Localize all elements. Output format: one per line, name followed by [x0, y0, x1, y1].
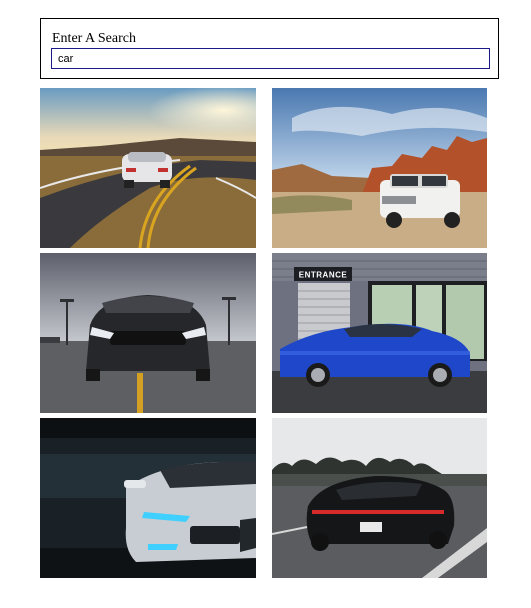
porsche-photo-road — [272, 418, 487, 578]
car-result-image-6[interactable] — [272, 418, 487, 578]
search-label: Enter A Search — [52, 31, 136, 46]
car-result-image-2[interactable] — [272, 88, 487, 248]
search-panel: Enter A Search — [40, 18, 499, 79]
car-photo-sunset-road — [40, 88, 256, 248]
car-result-image-5[interactable] — [40, 418, 256, 578]
car-result-image-3[interactable] — [40, 253, 256, 413]
blue-coupe-photo-entrance: ENTRANCE — [272, 253, 487, 413]
search-input[interactable] — [51, 48, 490, 69]
suv-photo-desert — [272, 88, 487, 248]
car-result-image-1[interactable] — [40, 88, 256, 248]
entrance-sign-text: ENTRANCE — [299, 271, 348, 280]
mustang-photo-front — [40, 253, 256, 413]
audi-photo-dark-garage — [40, 418, 256, 578]
image-results-grid: ENTRANCE — [40, 88, 487, 578]
car-result-image-4[interactable]: ENTRANCE — [272, 253, 487, 413]
